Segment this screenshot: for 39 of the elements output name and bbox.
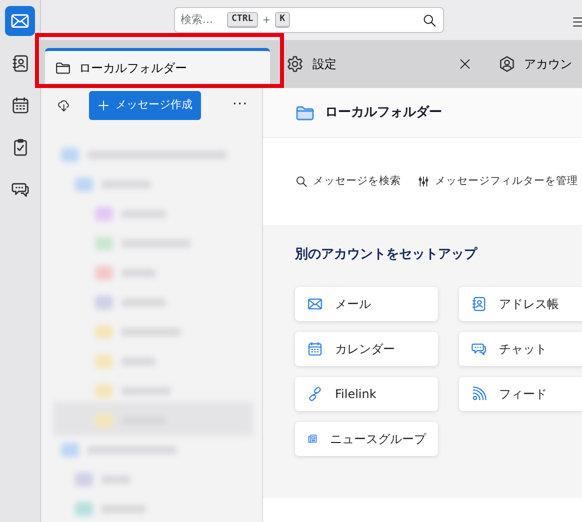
chain-link-icon (307, 386, 323, 402)
search-messages-button[interactable]: メッセージを検索 (295, 174, 401, 190)
address-book-icon (10, 54, 30, 72)
address-book-icon (471, 296, 487, 312)
envelope-icon (307, 296, 323, 312)
keyboard-key: CTRL (226, 12, 258, 28)
setup-account-button[interactable]: アドレス帳 (459, 286, 582, 320)
gear-icon (286, 55, 304, 73)
tab[interactable]: ローカルフォルダー (45, 48, 270, 84)
calendar-icon (307, 340, 323, 356)
tab[interactable]: アカウン (488, 43, 582, 85)
compose-button[interactable]: メッセージ作成 (88, 90, 201, 120)
setup-account-button[interactable]: フィード (459, 376, 582, 410)
calendar-icon (10, 96, 30, 114)
search-icon (422, 12, 436, 28)
setup-account-button[interactable]: ニュースグループ (295, 422, 438, 456)
folder-title: ローカルフォルダー (325, 104, 442, 122)
folder-icon (55, 60, 71, 76)
manage-filters-button[interactable]: メッセージフィルターを管理 (417, 174, 578, 190)
mail-space-button[interactable] (5, 6, 35, 36)
more-button[interactable]: ··· (226, 94, 254, 116)
plus-icon (96, 98, 110, 112)
chat-bubbles-icon (471, 340, 487, 356)
plus-sign: + (262, 14, 271, 28)
close-icon[interactable] (458, 57, 472, 71)
keyboard-key: K (274, 12, 290, 28)
setup-heading: 別のアカウントをセットアップ (295, 246, 479, 264)
tab[interactable]: 設定 (276, 43, 482, 85)
feed-icon (471, 386, 487, 402)
setup-account-button[interactable]: Filelink (295, 376, 438, 410)
sliders-icon (417, 175, 430, 188)
tab-label: ローカルフォルダー (79, 60, 187, 76)
setup-account-button[interactable]: メール (295, 286, 438, 320)
person-hexagon-icon (498, 55, 516, 73)
search-icon (295, 175, 308, 188)
tab-label: アカウン (524, 56, 572, 73)
tab-label: 設定 (312, 56, 336, 73)
setup-account-button[interactable]: チャット (459, 332, 582, 366)
setup-account-button[interactable]: カレンダー (295, 332, 438, 366)
